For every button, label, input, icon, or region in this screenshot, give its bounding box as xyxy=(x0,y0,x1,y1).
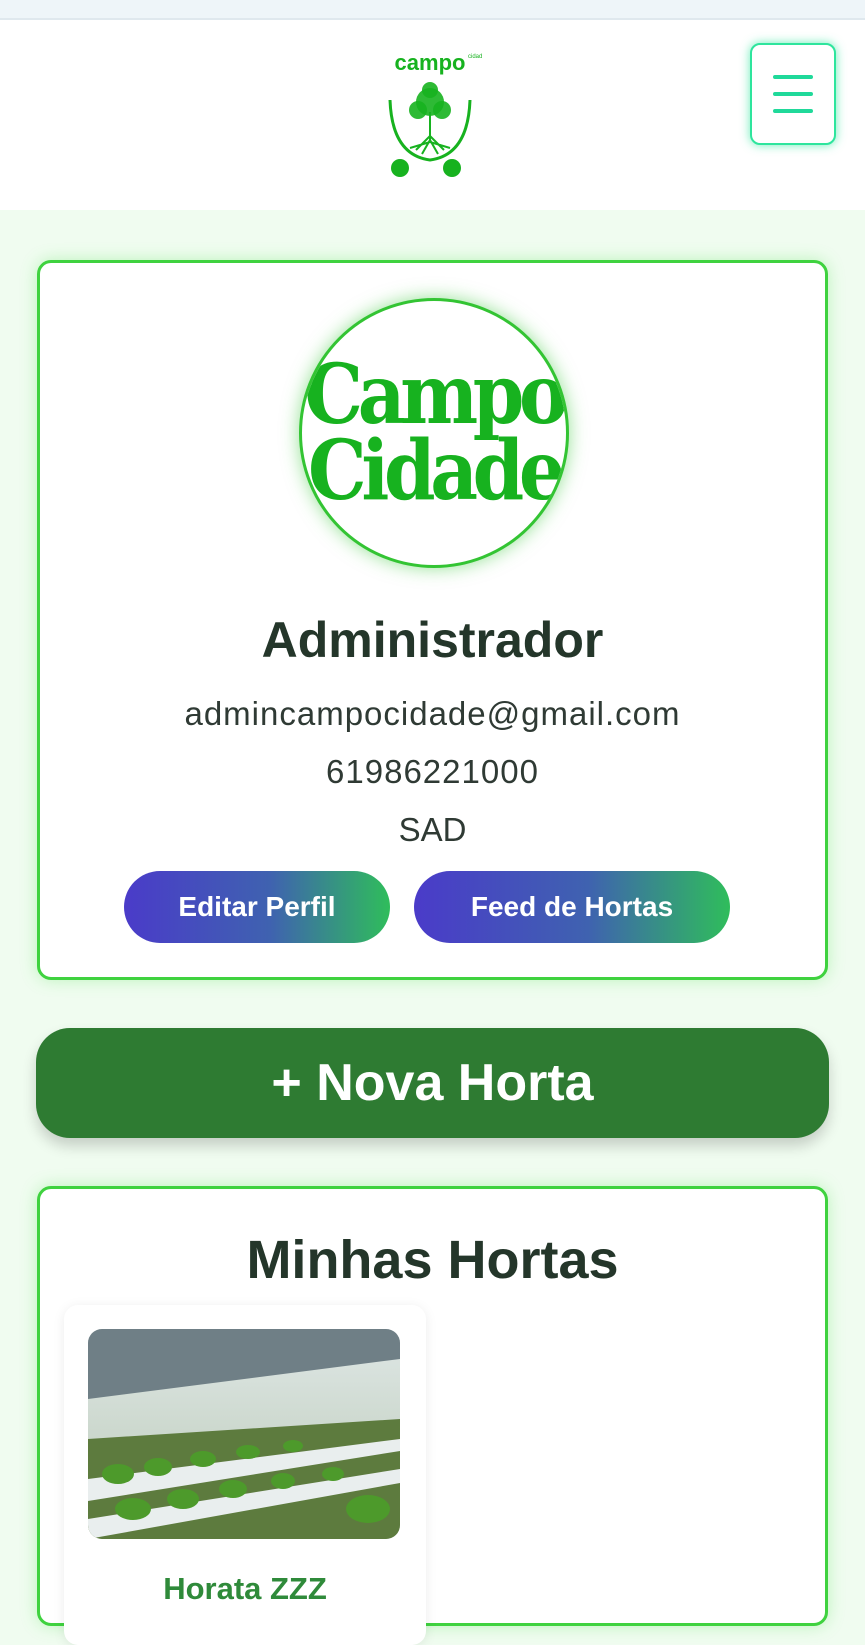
avatar-text-cidade: Cidade xyxy=(307,423,566,519)
garden-photo xyxy=(88,1329,400,1539)
my-gardens-title: Minhas Hortas xyxy=(246,1230,619,1290)
profile-region: SAD xyxy=(398,811,467,848)
top-header: campo cidade xyxy=(0,20,865,210)
profile-name: Administrador xyxy=(261,612,604,668)
new-garden-button[interactable]: + Nova Horta xyxy=(36,1028,829,1138)
garden-name: Horata ZZZ xyxy=(163,1571,327,1606)
profile-card: Campo Cidade Administrador admincampocid… xyxy=(37,260,828,980)
status-bar xyxy=(0,0,865,20)
hamburger-icon-line xyxy=(773,92,813,96)
hamburger-icon-line xyxy=(773,109,813,113)
menu-button[interactable] xyxy=(750,43,836,145)
avatar: Campo Cidade xyxy=(299,298,569,568)
garden-feed-button[interactable]: Feed de Hortas xyxy=(414,871,730,943)
logo-text: campo xyxy=(395,50,466,75)
profile-email: admincampocidade@gmail.com xyxy=(184,695,681,732)
logo-small-text: cidade xyxy=(468,54,482,60)
avatar-text-campo: Campo xyxy=(304,347,566,443)
my-gardens-card: Minhas Hortas Horata ZZZ xyxy=(37,1186,828,1645)
profile-phone: 61986221000 xyxy=(326,753,539,790)
hamburger-icon-line xyxy=(773,75,813,79)
edit-profile-button[interactable]: Editar Perfil xyxy=(124,871,390,943)
garden-list-item[interactable]: Horata ZZZ xyxy=(64,1305,426,1645)
campo-cidade-logo[interactable]: campo cidade xyxy=(382,50,482,180)
